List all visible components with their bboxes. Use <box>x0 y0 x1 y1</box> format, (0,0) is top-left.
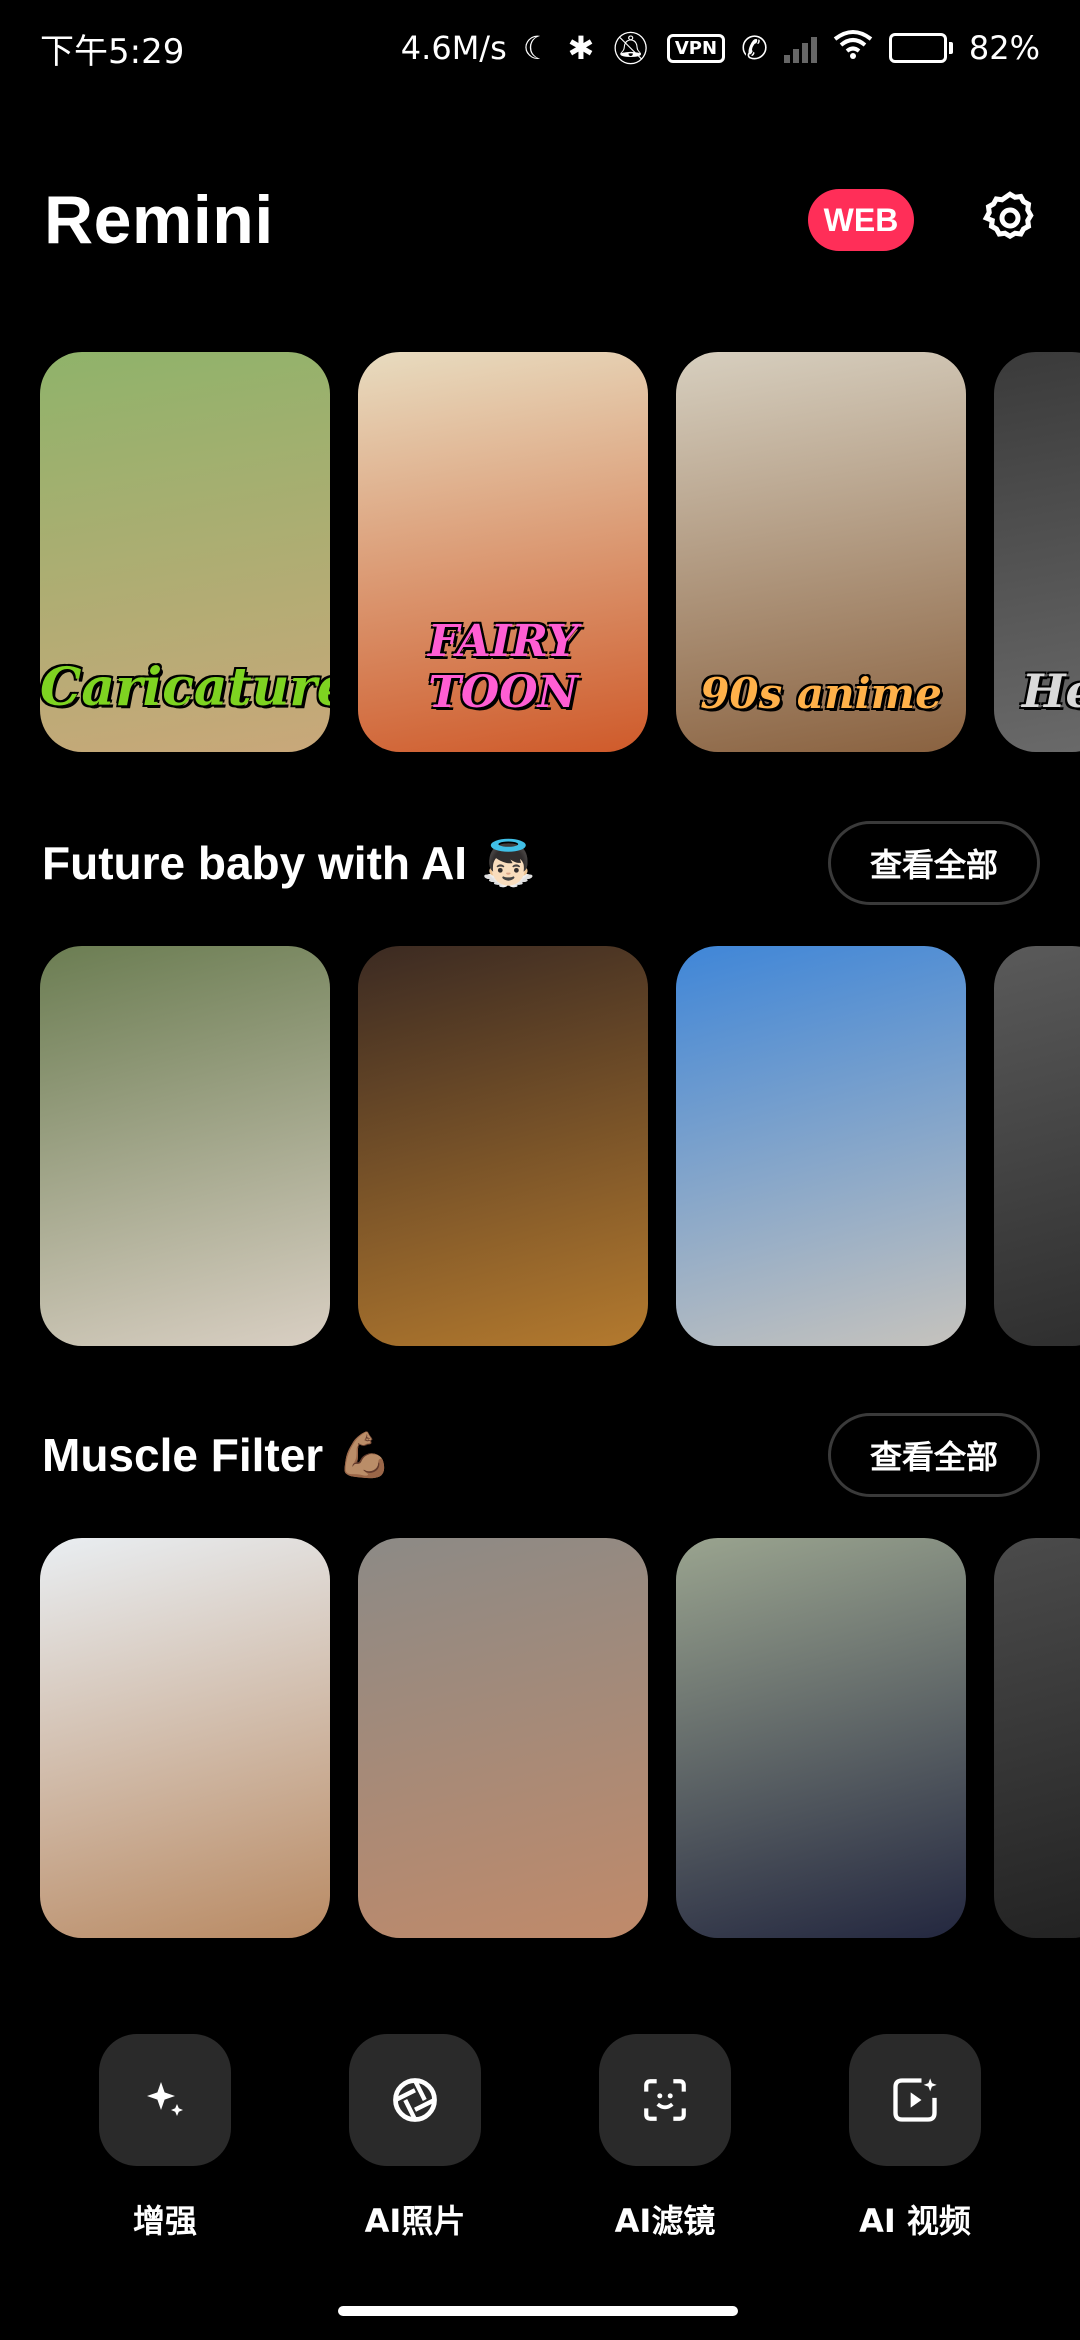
status-bar: 下午5:29 4.6M/s ☾ ✱ 🔕︎ VPN ✆ 82% <box>0 0 1080 96</box>
style-card-label: FAIRY TOON <box>427 616 578 718</box>
ai-photo-button[interactable] <box>349 2034 481 2166</box>
angel-emoji-icon: 👼🏻 <box>481 839 536 888</box>
app-screen: 下午5:29 4.6M/s ☾ ✱ 🔕︎ VPN ✆ 82% Remini WE… <box>0 0 1080 2340</box>
muscle-filter-carousel <box>40 1538 1080 1938</box>
vpn-icon: VPN <box>666 33 726 63</box>
moon-icon: ☾ <box>522 29 552 67</box>
ai-video-action[interactable]: AI 视频 <box>815 2034 1015 2242</box>
signal-icon <box>783 33 817 63</box>
enhance-button[interactable] <box>99 2034 231 2166</box>
video-sparkle-icon <box>893 2078 937 2122</box>
app-header: Remini WEB <box>44 170 1040 270</box>
status-icons: 4.6M/s ☾ ✱ 🔕︎ VPN ✆ 82% <box>401 29 1040 67</box>
future-baby-card[interactable] <box>994 946 1080 1346</box>
ai-photo-action[interactable]: AI照片 <box>315 2034 515 2242</box>
flexed-biceps-emoji-icon: 💪🏽 <box>337 1431 392 1480</box>
mute-bell-icon: 🔕︎ <box>610 29 651 67</box>
wifi-icon <box>833 29 873 67</box>
ai-filter-button[interactable] <box>599 2034 731 2166</box>
see-all-button[interactable]: 查看全部 <box>828 821 1040 905</box>
muscle-filter-card[interactable] <box>676 1538 966 1938</box>
section-title-text: Muscle Filter <box>42 1429 324 1481</box>
future-baby-card[interactable] <box>40 946 330 1346</box>
nav-label: AI滤镜 <box>614 2202 716 2240</box>
call-icon: ✆ <box>741 29 768 67</box>
styles-carousel: Caricature FAIRY TOON 90s anime He <box>40 352 1080 752</box>
aperture-icon <box>393 2078 437 2122</box>
style-card-caricature[interactable]: Caricature <box>40 352 330 752</box>
settings-button[interactable] <box>980 188 1040 253</box>
style-card-label: Caricature <box>40 657 330 718</box>
section-title-text: Future baby with AI <box>42 837 468 889</box>
future-baby-carousel <box>40 946 1080 1346</box>
ai-video-button[interactable] <box>849 2034 981 2166</box>
nav-label: 增强 <box>132 2202 197 2240</box>
section-header-future-baby: Future baby with AI 👼🏻 查看全部 <box>42 820 1040 906</box>
status-time: 下午5:29 <box>40 31 185 72</box>
future-baby-card[interactable] <box>676 946 966 1346</box>
ai-filter-action[interactable]: AI滤镜 <box>565 2034 765 2242</box>
gear-icon <box>982 190 1034 239</box>
home-indicator[interactable] <box>338 2306 738 2316</box>
bottom-action-bar: 增强 AI照片 AI滤镜 AI 视频 <box>0 2034 1080 2242</box>
nav-label: AI 视频 <box>859 2202 971 2240</box>
section-title: Muscle Filter 💪🏽 <box>42 1428 392 1482</box>
muscle-filter-card[interactable] <box>40 1538 330 1938</box>
future-baby-card[interactable] <box>358 946 648 1346</box>
net-speed: 4.6M/s <box>400 29 507 67</box>
battery-percent: 82% <box>968 29 1040 67</box>
section-header-muscle-filter: Muscle Filter 💪🏽 查看全部 <box>42 1412 1040 1498</box>
style-card-fairy-toon[interactable]: FAIRY TOON <box>358 352 648 752</box>
bluetooth-icon: ✱ <box>567 29 595 67</box>
style-card-90s-anime[interactable]: 90s anime <box>676 352 966 752</box>
web-button[interactable]: WEB <box>808 189 914 251</box>
app-title: Remini <box>44 182 274 258</box>
enhance-action[interactable]: 增强 <box>65 2034 265 2242</box>
style-card-partial[interactable]: He <box>994 352 1080 752</box>
section-title: Future baby with AI 👼🏻 <box>42 836 536 890</box>
battery-icon <box>888 33 953 63</box>
sparkle-icon <box>147 2082 183 2116</box>
style-card-label: He <box>1022 664 1080 718</box>
nav-label: AI照片 <box>364 2202 466 2240</box>
muscle-filter-card[interactable] <box>994 1538 1080 1938</box>
muscle-filter-card[interactable] <box>358 1538 648 1938</box>
face-scan-icon <box>644 2079 686 2121</box>
style-card-label: 90s anime <box>700 669 942 718</box>
see-all-button[interactable]: 查看全部 <box>828 1413 1040 1497</box>
